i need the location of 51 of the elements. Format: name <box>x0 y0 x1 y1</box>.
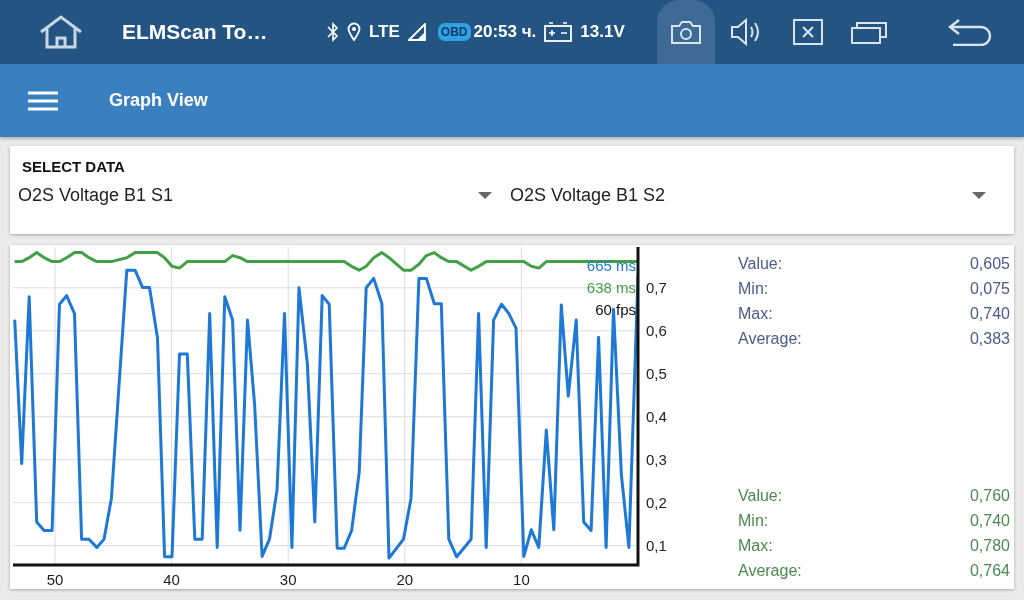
stat-value: 0,740 <box>969 304 1010 324</box>
stat-value: 0,760 <box>969 486 1010 506</box>
x-tick-label: 10 <box>513 571 530 588</box>
windows-icon <box>851 20 887 44</box>
signal-icon <box>407 23 426 41</box>
y-tick-label: 0,2 <box>646 493 667 511</box>
data-dropdown[interactable]: O2S Voltage B1 S1 <box>10 185 502 206</box>
y-tick-label: 0,5 <box>646 364 667 382</box>
stat-label: Average: <box>738 561 802 581</box>
screen-title: Graph View <box>109 90 208 111</box>
bluetooth-icon <box>327 22 339 42</box>
stat-value: 0,605 <box>969 254 1010 274</box>
stat-label: Value: <box>738 486 783 506</box>
battery-icon <box>544 22 573 42</box>
camera-icon <box>670 19 702 45</box>
x-tick-label: 50 <box>46 571 64 588</box>
x-tick-label: 40 <box>163 571 180 588</box>
stat-label: Max: <box>738 304 773 324</box>
y-tick-label: 0,4 <box>646 407 667 425</box>
overlay-label: 60 fps <box>595 300 636 320</box>
section-heading: SELECT DATA <box>22 158 126 175</box>
x-tick-label: 20 <box>396 571 414 588</box>
stat-label: Min: <box>738 279 769 299</box>
stat-value: 0,740 <box>969 511 1010 531</box>
y-tick-label: 0,7 <box>646 278 667 296</box>
stat-label: Value: <box>738 254 783 274</box>
menu-icon[interactable] <box>28 90 58 111</box>
dropdown-arrow-icon <box>478 192 492 199</box>
y-tick-label: 0,6 <box>646 321 667 339</box>
clock: 20:53 ч. <box>473 22 537 42</box>
stat-label: Average: <box>738 329 802 349</box>
stat-value: 0,780 <box>969 536 1010 556</box>
app-title: ELMScan To… <box>122 20 269 44</box>
voltage: 13.1V <box>580 22 625 42</box>
y-tick-label: 0,1 <box>646 536 667 554</box>
overlay-label: 638 ms <box>586 278 636 298</box>
stat-value: 0,075 <box>969 279 1010 299</box>
x-tick-label: 30 <box>279 571 297 588</box>
data-dropdown[interactable]: O2S Voltage B1 S2 <box>502 185 1004 206</box>
stat-label: Min: <box>738 511 769 531</box>
location-icon <box>347 22 361 42</box>
stat-value: 0,764 <box>969 561 1010 581</box>
dropdown-arrow-icon <box>972 192 986 199</box>
stat-value: 0,383 <box>969 329 1010 349</box>
y-tick-label: 0,3 <box>646 450 667 468</box>
network-type: LTE <box>369 22 400 42</box>
back-icon <box>947 18 993 46</box>
close-icon <box>793 19 823 45</box>
screenshot-button[interactable] <box>657 0 715 64</box>
obd-badge: OBD <box>437 23 471 41</box>
stat-label: Max: <box>738 536 773 556</box>
